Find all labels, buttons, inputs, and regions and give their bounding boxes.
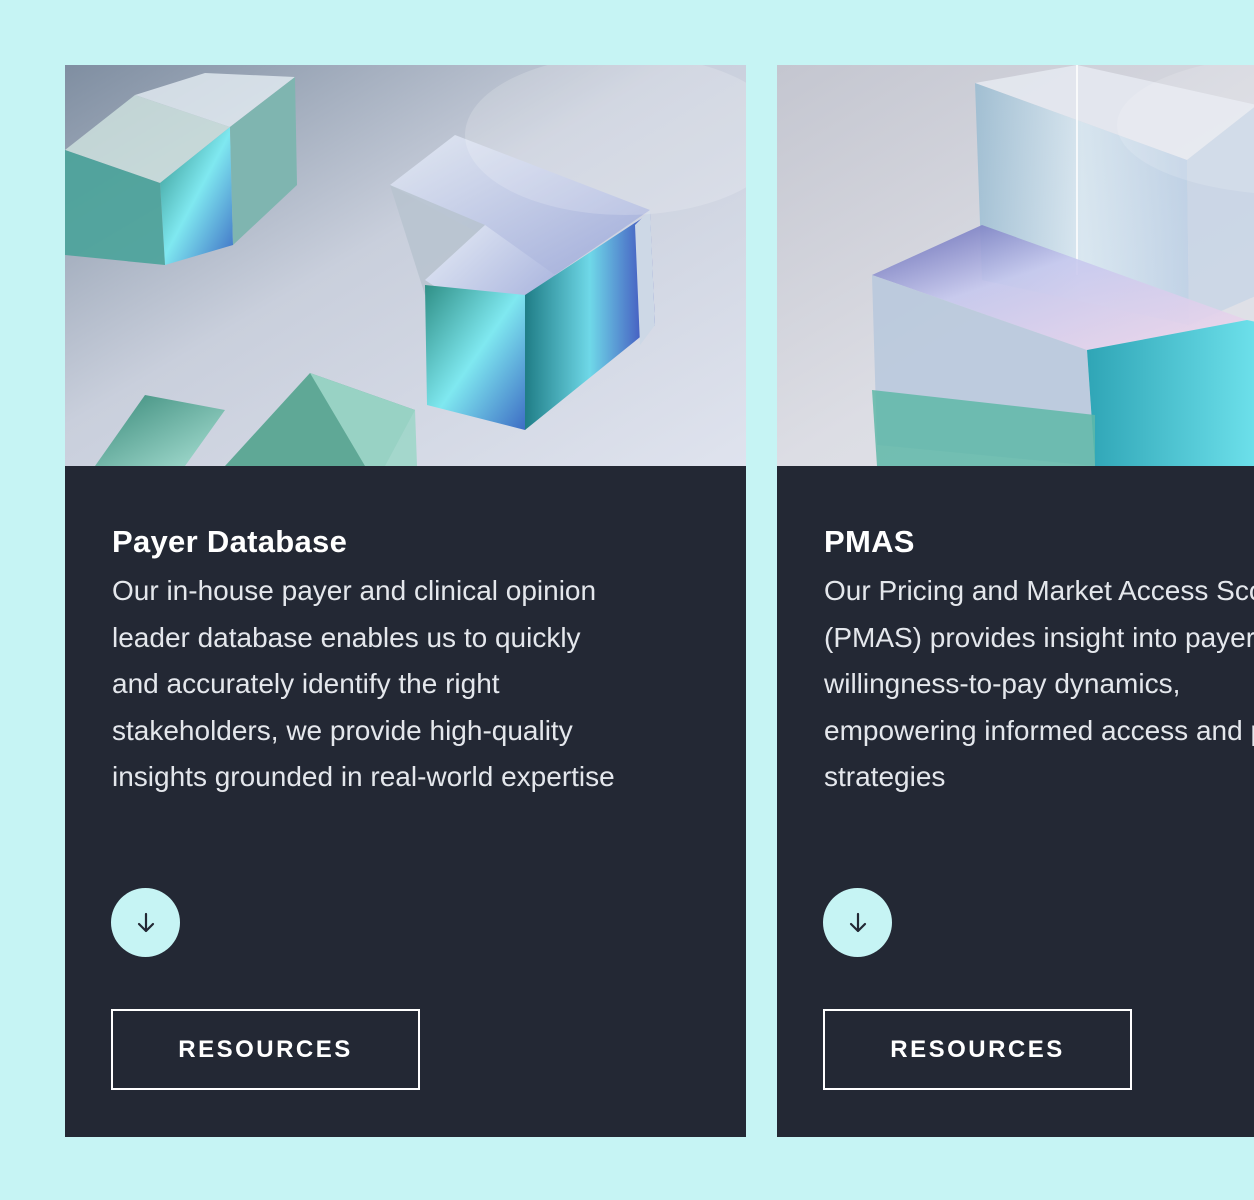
card-title: PMAS: [824, 524, 915, 559]
card-image-glass-blocks: [777, 65, 1254, 466]
card-description: Our in-house payer and clinical opinion …: [112, 575, 615, 792]
card-body: Payer Database Our in-house payer and cl…: [112, 522, 712, 801]
expand-button[interactable]: [111, 888, 180, 957]
card-title: Payer Database: [112, 524, 348, 559]
resources-button[interactable]: RESOURCES: [823, 1009, 1132, 1090]
card-payer-database: Payer Database Our in-house payer and cl…: [65, 65, 746, 1137]
arrow-down-icon: [132, 909, 160, 937]
expand-button[interactable]: [823, 888, 892, 957]
resources-button[interactable]: RESOURCES: [111, 1009, 420, 1090]
arrow-down-icon: [844, 909, 872, 937]
card-description: Our Pricing and Market Access Scorecard …: [824, 575, 1254, 792]
card-pmas: PMAS Our Pricing and Market Access Score…: [777, 65, 1254, 1137]
card-image-glass-cubes: [65, 65, 746, 466]
page: Payer Database Our in-house payer and cl…: [0, 0, 1254, 1200]
card-body: PMAS Our Pricing and Market Access Score…: [824, 522, 1254, 801]
